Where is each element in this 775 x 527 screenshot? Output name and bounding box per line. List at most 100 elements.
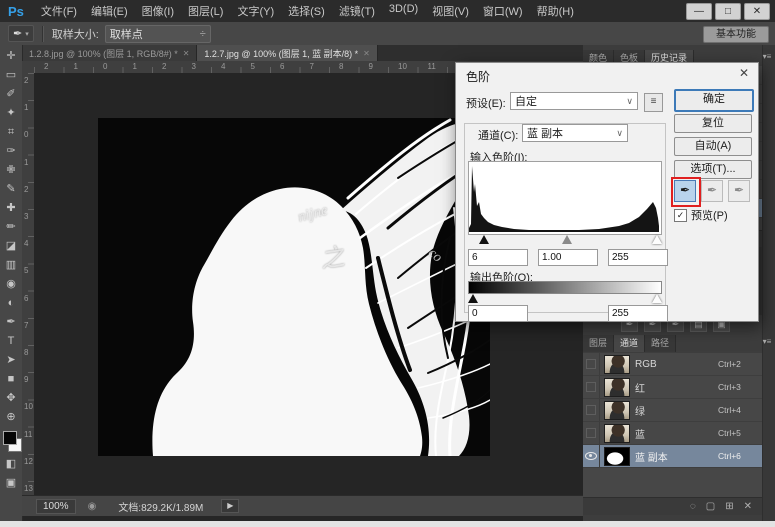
channel-row[interactable]: 绿Ctrl+4: [583, 399, 762, 422]
path-selection-tool-icon[interactable]: ➤: [0, 351, 22, 370]
eraser-tool-icon[interactable]: ◪: [0, 237, 22, 256]
output-white-field[interactable]: [608, 305, 668, 322]
visibility-toggle[interactable]: [583, 376, 600, 398]
crop-tool-icon[interactable]: ⌗: [0, 123, 22, 142]
new-channel-icon[interactable]: ⊞: [725, 501, 733, 512]
lasso-tool-icon[interactable]: ✐: [0, 85, 22, 104]
save-selection-icon[interactable]: ▢: [706, 501, 715, 512]
output-white-slider[interactable]: [652, 294, 662, 303]
panel-tab-路径[interactable]: 路径: [645, 335, 676, 352]
move-tool-icon[interactable]: ✛: [0, 47, 22, 66]
preview-label: 预览(P): [691, 207, 728, 223]
black-point-eyedropper-icon[interactable]: ✒: [674, 180, 696, 202]
preset-options-icon[interactable]: ≡: [644, 93, 663, 112]
channel-row[interactable]: 蓝 副本Ctrl+6: [583, 445, 762, 468]
color-swatches[interactable]: [0, 429, 22, 455]
tool-preset-picker[interactable]: ✒ ▾: [8, 25, 34, 42]
histogram: [468, 161, 662, 235]
menu-item[interactable]: 3D(D): [382, 3, 425, 19]
menu-item[interactable]: 文字(Y): [230, 3, 281, 19]
input-black-field[interactable]: [468, 249, 528, 266]
channel-row[interactable]: 蓝Ctrl+5: [583, 422, 762, 445]
white-point-eyedropper-icon[interactable]: ✒: [728, 180, 750, 202]
minimize-button[interactable]: —: [686, 3, 712, 20]
menu-item[interactable]: 选择(S): [281, 3, 332, 19]
history-brush-tool-icon[interactable]: ✏: [0, 218, 22, 237]
channel-value: 蓝 副本: [527, 125, 563, 141]
chevron-down-icon: ▾: [25, 30, 29, 38]
maximize-button[interactable]: □: [715, 3, 741, 20]
close-tab-icon[interactable]: ✕: [183, 49, 190, 58]
sample-size-dropdown[interactable]: 取样点 ÷: [105, 25, 211, 43]
menu-item[interactable]: 窗口(W): [476, 3, 530, 19]
foreground-color-swatch[interactable]: [3, 431, 17, 445]
ok-button[interactable]: 确定: [674, 89, 754, 112]
preview-checkbox[interactable]: ✓ 预览(P): [674, 207, 728, 223]
gradient-tool-icon[interactable]: ▥: [0, 256, 22, 275]
pen-tool-icon[interactable]: ✒: [0, 313, 22, 332]
hand-tool-icon[interactable]: ✥: [0, 389, 22, 408]
visibility-toggle[interactable]: [583, 353, 600, 375]
photoshop-window: Ps 文件(F)编辑(E)图像(I)图层(L)文字(Y)选择(S)滤镜(T)3D…: [0, 0, 775, 527]
input-black-slider[interactable]: [479, 235, 489, 244]
clone-stamp-tool-icon[interactable]: ✚: [0, 199, 22, 218]
workspace-button[interactable]: 基本功能: [703, 26, 769, 43]
dodge-tool-icon[interactable]: ◐: [0, 294, 22, 313]
document-tab[interactable]: 1.2.8.jpg @ 100% (图层 1, RGB/8#) *✕: [22, 45, 197, 61]
visibility-toggle[interactable]: [583, 445, 600, 467]
channel-dropdown[interactable]: 蓝 副本 ∨: [522, 124, 628, 142]
load-selection-icon[interactable]: ◌: [690, 501, 696, 512]
visibility-toggle[interactable]: [583, 422, 600, 444]
zoom-level-field[interactable]: 100%: [36, 499, 76, 514]
blur-tool-icon[interactable]: ◉: [0, 275, 22, 294]
auto-button[interactable]: 自动(A): [674, 137, 752, 156]
channels-panel-menu-icon[interactable]: ▾≡: [761, 337, 773, 346]
menu-item[interactable]: 文件(F): [34, 3, 84, 19]
ruler-number: 3: [24, 212, 28, 221]
channel-row[interactable]: 红Ctrl+3: [583, 376, 762, 399]
reset-button[interactable]: 复位: [674, 114, 752, 133]
quick-mask-icon[interactable]: ◧: [0, 455, 22, 474]
output-black-slider[interactable]: [468, 294, 478, 303]
zoom-tool-icon[interactable]: ⊕: [0, 408, 22, 427]
quick-selection-tool-icon[interactable]: ✦: [0, 104, 22, 123]
ruler-number: 2: [24, 76, 28, 85]
type-tool-icon[interactable]: T: [0, 332, 22, 351]
channel-row[interactable]: RGBCtrl+2: [583, 353, 762, 376]
preset-value: 自定: [515, 93, 537, 109]
channel-shortcut: Ctrl+4: [718, 405, 762, 415]
menu-item[interactable]: 滤镜(T): [332, 3, 382, 19]
healing-brush-tool-icon[interactable]: ✙: [0, 161, 22, 180]
input-gamma-field[interactable]: [538, 249, 598, 266]
preset-dropdown[interactable]: 自定 ∨: [510, 92, 638, 110]
input-white-slider[interactable]: [652, 235, 662, 244]
status-menu-arrow-icon[interactable]: ▶: [221, 499, 239, 513]
brush-tool-icon[interactable]: ✎: [0, 180, 22, 199]
menu-item[interactable]: 编辑(E): [84, 3, 135, 19]
close-button[interactable]: ✕: [744, 3, 770, 20]
menu-item[interactable]: 图像(I): [135, 3, 181, 19]
dock-edge: [762, 45, 775, 521]
output-black-field[interactable]: [468, 305, 528, 322]
menu-item[interactable]: 图层(L): [181, 3, 230, 19]
menu-item[interactable]: 帮助(H): [530, 3, 581, 19]
document-tab[interactable]: 1.2.7.jpg @ 100% (图层 1, 蓝 副本/8) *✕: [197, 45, 377, 61]
panel-tab-图层[interactable]: 图层: [583, 335, 614, 352]
panel-menu-icon[interactable]: ▾≡: [761, 52, 773, 61]
screen-mode-icon[interactable]: ▣: [0, 474, 22, 493]
menu-item[interactable]: 视图(V): [425, 3, 476, 19]
channel-thumbnail: [604, 378, 630, 397]
delete-channel-icon[interactable]: ✕: [744, 501, 752, 512]
close-tab-icon[interactable]: ✕: [363, 49, 370, 58]
shape-tool-icon[interactable]: ■: [0, 370, 22, 389]
input-white-field[interactable]: [608, 249, 668, 266]
dialog-close-icon[interactable]: ✕: [739, 66, 749, 80]
gray-point-eyedropper-icon[interactable]: ✒: [701, 180, 723, 202]
input-gamma-slider[interactable]: [562, 235, 572, 244]
levels-dialog[interactable]: 色阶 ✕ 预设(E): 自定 ∨ ≡ 确定 复位 自动(A) 选项(T)... …: [455, 62, 759, 322]
document-image[interactable]: nijne之co: [98, 118, 490, 456]
panel-tab-通道[interactable]: 通道: [614, 335, 645, 352]
marquee-tool-icon[interactable]: ▭: [0, 66, 22, 85]
visibility-toggle[interactable]: [583, 399, 600, 421]
eyedropper-tool-icon[interactable]: ✑: [0, 142, 22, 161]
